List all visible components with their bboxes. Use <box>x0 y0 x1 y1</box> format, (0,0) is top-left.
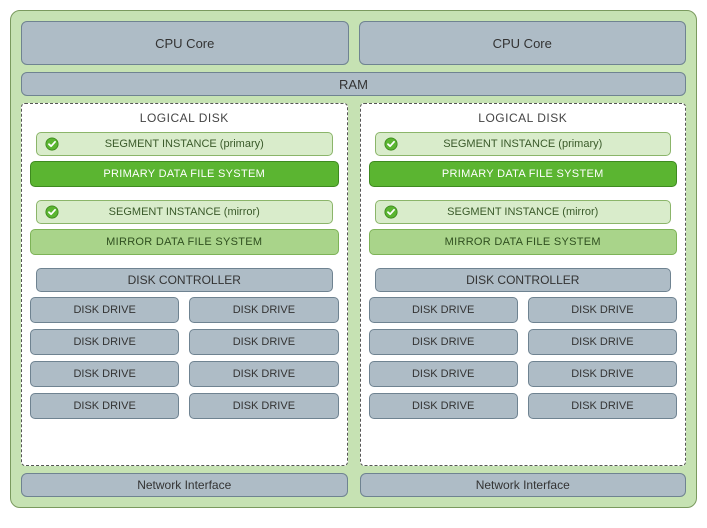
segment-instance-mirror-label: SEGMENT INSTANCE (mirror) <box>109 206 260 218</box>
cpu-core-label: CPU Core <box>155 36 214 51</box>
disk-drive: DISK DRIVE <box>189 297 338 323</box>
disk-drive: DISK DRIVE <box>369 329 518 355</box>
disk-drive: DISK DRIVE <box>189 329 338 355</box>
disk-drive: DISK DRIVE <box>369 361 518 387</box>
logical-disk-1: LOGICAL DISK SEGMENT INSTANCE (primary) … <box>360 103 687 466</box>
logical-disk-title: LOGICAL DISK <box>30 110 339 127</box>
logical-disk-row: LOGICAL DISK SEGMENT INSTANCE (primary) … <box>21 103 686 466</box>
cpu-core-label: CPU Core <box>493 36 552 51</box>
drive-grid: DISK DRIVE DISK DRIVE DISK DRIVE DISK DR… <box>369 297 678 419</box>
mirror-data-file-system: MIRROR DATA FILE SYSTEM <box>30 229 339 255</box>
disk-drive: DISK DRIVE <box>30 329 179 355</box>
disk-drive: DISK DRIVE <box>30 297 179 323</box>
primary-fs-label: PRIMARY DATA FILE SYSTEM <box>442 168 604 180</box>
primary-data-file-system: PRIMARY DATA FILE SYSTEM <box>369 161 678 187</box>
disk-controller: DISK CONTROLLER <box>375 268 672 292</box>
logical-disk-title: LOGICAL DISK <box>369 110 678 127</box>
mirror-fs-label: MIRROR DATA FILE SYSTEM <box>445 236 601 248</box>
cpu-core-0: CPU Core <box>21 21 349 65</box>
drive-grid: DISK DRIVE DISK DRIVE DISK DRIVE DISK DR… <box>30 297 339 419</box>
network-interface-0: Network Interface <box>21 473 348 497</box>
disk-drive: DISK DRIVE <box>528 393 677 419</box>
segment-instance-primary: SEGMENT INSTANCE (primary) <box>36 132 333 156</box>
ram-block: RAM <box>21 72 686 96</box>
segment-host: CPU Core CPU Core RAM LOGICAL DISK SEGME… <box>10 10 697 508</box>
cpu-core-1: CPU Core <box>359 21 687 65</box>
disk-drive: DISK DRIVE <box>30 361 179 387</box>
disk-controller-label: DISK CONTROLLER <box>128 273 241 287</box>
segment-instance-mirror-label: SEGMENT INSTANCE (mirror) <box>447 206 598 218</box>
segment-instance-mirror: SEGMENT INSTANCE (mirror) <box>375 200 672 224</box>
primary-data-file-system: PRIMARY DATA FILE SYSTEM <box>30 161 339 187</box>
logical-disk-0: LOGICAL DISK SEGMENT INSTANCE (primary) … <box>21 103 348 466</box>
check-circle-icon <box>45 137 59 151</box>
network-interface-1: Network Interface <box>360 473 687 497</box>
disk-controller: DISK CONTROLLER <box>36 268 333 292</box>
segment-instance-primary: SEGMENT INSTANCE (primary) <box>375 132 672 156</box>
primary-fs-label: PRIMARY DATA FILE SYSTEM <box>103 168 265 180</box>
disk-drive: DISK DRIVE <box>369 393 518 419</box>
cpu-row: CPU Core CPU Core <box>21 21 686 65</box>
check-circle-icon <box>384 205 398 219</box>
disk-drive: DISK DRIVE <box>528 329 677 355</box>
segment-instance-mirror: SEGMENT INSTANCE (mirror) <box>36 200 333 224</box>
disk-drive: DISK DRIVE <box>528 297 677 323</box>
netif-label: Network Interface <box>137 478 231 492</box>
mirror-fs-label: MIRROR DATA FILE SYSTEM <box>106 236 262 248</box>
check-circle-icon <box>384 137 398 151</box>
check-circle-icon <box>45 205 59 219</box>
disk-drive: DISK DRIVE <box>189 361 338 387</box>
mirror-data-file-system: MIRROR DATA FILE SYSTEM <box>369 229 678 255</box>
disk-controller-label: DISK CONTROLLER <box>466 273 579 287</box>
network-row: Network Interface Network Interface <box>21 473 686 497</box>
disk-drive: DISK DRIVE <box>30 393 179 419</box>
disk-drive: DISK DRIVE <box>189 393 338 419</box>
disk-drive: DISK DRIVE <box>528 361 677 387</box>
segment-instance-primary-label: SEGMENT INSTANCE (primary) <box>443 138 602 150</box>
ram-label: RAM <box>339 77 368 92</box>
disk-drive: DISK DRIVE <box>369 297 518 323</box>
segment-instance-primary-label: SEGMENT INSTANCE (primary) <box>105 138 264 150</box>
netif-label: Network Interface <box>476 478 570 492</box>
